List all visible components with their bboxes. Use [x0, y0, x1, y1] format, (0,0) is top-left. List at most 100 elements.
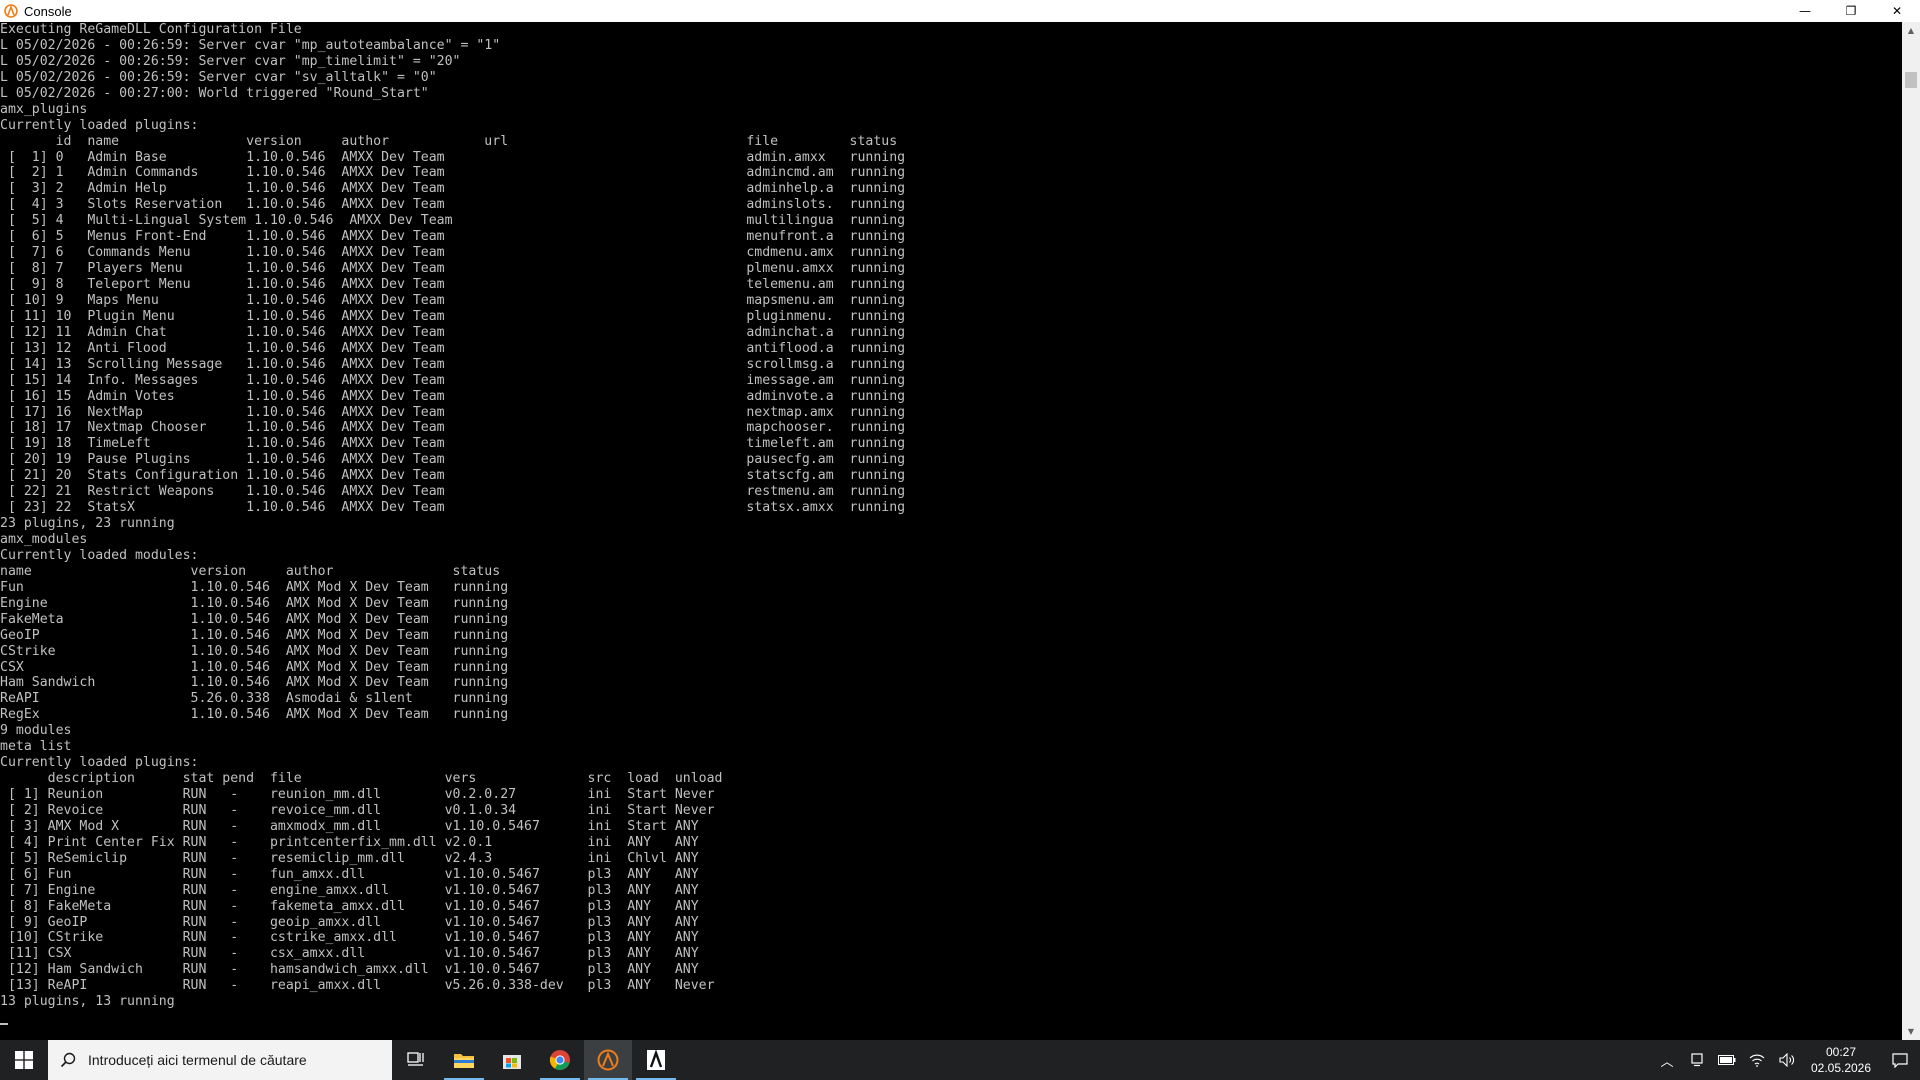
console-line: Fun 1.10.0.546 AMX Mod X Dev Team runnin… [0, 579, 509, 595]
chevron-up-icon: ▲ [1907, 26, 1915, 35]
console-line: [ 10] 9 Maps Menu 1.10.0.546 AMXX Dev Te… [0, 292, 906, 308]
amx-icon [647, 1049, 665, 1070]
task-view-button[interactable] [392, 1040, 440, 1080]
console-line: L 05/02/2026 - 00:27:00: World triggered… [0, 85, 429, 101]
console-line: CSX 1.10.0.546 AMX Mod X Dev Team runnin… [0, 659, 509, 675]
console-line: [ 16] 15 Admin Votes 1.10.0.546 AMXX Dev… [0, 388, 906, 404]
window-title: Console [24, 3, 72, 19]
console-line: [ 8] 7 Players Menu 1.10.0.546 AMXX Dev … [0, 261, 906, 277]
taskbar-app-amx[interactable] [632, 1040, 680, 1080]
taskbar-app-hlds-console[interactable] [584, 1040, 632, 1080]
close-icon: ✕ [1891, 4, 1903, 18]
console-line: 9 modules [0, 723, 72, 739]
console-line: [ 20] 19 Pause Plugins 1.10.0.546 AMXX D… [0, 452, 906, 468]
console-line: [ 4] Print Center Fix RUN - printcenterf… [0, 834, 699, 850]
battery-button[interactable] [1712, 1040, 1742, 1080]
taskbar-app-store[interactable] [488, 1040, 536, 1080]
console-line: [ 6] Fun RUN - fun_amxx.dll v1.10.0.5467… [0, 866, 699, 882]
console-line: Engine 1.10.0.546 AMX Mod X Dev Team run… [0, 595, 509, 611]
console-line: CStrike 1.10.0.546 AMX Mod X Dev Team ru… [0, 643, 509, 659]
console-line: [ 3] AMX Mod X RUN - amxmodx_mm.dll v1.1… [0, 818, 699, 834]
console-line: [ 8] FakeMeta RUN - fakemeta_amxx.dll v1… [0, 898, 699, 914]
clock-date: 02.05.2026 [1810, 1061, 1872, 1075]
battery-icon [1718, 1055, 1736, 1065]
restore-icon: ❐ [1845, 4, 1857, 18]
scroll-down-button[interactable]: ▼ [1902, 1023, 1920, 1040]
console-line: L 05/02/2026 - 00:26:59: Server cvar "mp… [0, 37, 501, 53]
console-line: name version author status [0, 563, 501, 579]
console-line: FakeMeta 1.10.0.546 AMX Mod X Dev Team r… [0, 611, 509, 627]
console-line: [ 4] 3 Slots Reservation 1.10.0.546 AMXX… [0, 197, 906, 213]
console-line: L 05/02/2026 - 00:26:59: Server cvar "sv… [0, 69, 437, 85]
speaker-icon [1779, 1053, 1794, 1067]
taskbar-clock[interactable]: 00:27 02.05.2026 [1802, 1040, 1880, 1080]
network-button[interactable] [1742, 1040, 1772, 1080]
console-line: [ 17] 16 NextMap 1.10.0.546 AMXX Dev Tea… [0, 404, 906, 420]
search-icon [48, 1052, 88, 1068]
console-line: [ 9] GeoIP RUN - geoip_amxx.dll v1.10.0.… [0, 914, 699, 930]
wifi-icon [1749, 1054, 1765, 1067]
console-line: 23 plugins, 23 running [0, 516, 175, 532]
console-line: L 05/02/2026 - 00:26:59: Server cvar "mp… [0, 53, 461, 69]
chrome-icon [549, 1050, 570, 1070]
minimize-button[interactable]: — [1782, 0, 1828, 22]
scroll-thumb[interactable] [1905, 72, 1917, 88]
console-line: [ 12] 11 Admin Chat 1.10.0.546 AMXX Dev … [0, 324, 906, 340]
console-line: Currently loaded plugins: [0, 117, 199, 133]
console-line: [ 2] 1 Admin Commands 1.10.0.546 AMXX De… [0, 165, 906, 181]
console-line: meta list [0, 739, 72, 755]
console-line: 13 plugins, 13 running [0, 994, 175, 1010]
console-line: [ 11] 10 Plugin Menu 1.10.0.546 AMXX Dev… [0, 308, 906, 324]
minimize-icon: — [1799, 4, 1811, 18]
start-button[interactable] [0, 1040, 48, 1080]
console-line: [ 23] 22 StatsX 1.10.0.546 AMXX Dev Team… [0, 500, 906, 516]
taskbar-app-file-explorer[interactable] [440, 1040, 488, 1080]
taskbar-app-chrome[interactable] [536, 1040, 584, 1080]
window-title-bar[interactable]: Console — ❐ ✕ [0, 0, 1920, 22]
system-tray: ︿ 00:27 02.05.2026 [1652, 1040, 1920, 1080]
task-view-icon [407, 1052, 424, 1066]
console-line: [ 7] Engine RUN - engine_amxx.dll v1.10.… [0, 882, 699, 898]
folder-icon [454, 1054, 474, 1068]
console-line: RegEx 1.10.0.546 AMX Mod X Dev Team runn… [0, 707, 509, 723]
tray-app-icon[interactable] [1682, 1040, 1712, 1080]
chevron-down-icon: ▼ [1907, 1027, 1915, 1036]
console-line: [ 3] 2 Admin Help 1.10.0.546 AMXX Dev Te… [0, 181, 906, 197]
console-line: [ 19] 18 TimeLeft 1.10.0.546 AMXX Dev Te… [0, 436, 906, 452]
console-line: [11] CSX RUN - csx_amxx.dll v1.10.0.5467… [0, 946, 699, 962]
search-placeholder: Introduceți aici termenul de căutare [88, 1052, 307, 1068]
console-line: [12] Ham Sandwich RUN - hamsandwich_amxx… [0, 962, 699, 978]
console-line: [ 22] 21 Restrict Weapons 1.10.0.546 AMX… [0, 484, 906, 500]
console-line: [13] ReAPI RUN - reapi_amxx.dll v5.26.0.… [0, 978, 715, 994]
console-line: [ 1] 0 Admin Base 1.10.0.546 AMXX Dev Te… [0, 149, 906, 165]
console-line: amx_modules [0, 532, 88, 547]
console-line: Ham Sandwich 1.10.0.546 AMX Mod X Dev Te… [0, 675, 509, 691]
volume-button[interactable] [1772, 1040, 1802, 1080]
action-center-button[interactable] [1880, 1040, 1920, 1080]
windows-logo-icon [15, 1051, 33, 1069]
chevron-up-icon: ︿ [1660, 1054, 1674, 1070]
text-cursor [0, 1023, 8, 1026]
console-line: [ 5] ReSemiclip RUN - resemiclip_mm.dll … [0, 850, 699, 866]
console-line: description stat pend file vers src load… [0, 771, 723, 787]
scroll-up-button[interactable]: ▲ [1902, 22, 1920, 39]
half-life-icon [597, 1049, 619, 1071]
console-output[interactable]: Executing ReGameDLL Configuration File L … [0, 22, 1902, 1040]
store-icon [503, 1055, 521, 1069]
vertical-scrollbar[interactable]: ▲ ▼ [1902, 22, 1920, 1040]
console-line: [ 13] 12 Anti Flood 1.10.0.546 AMXX Dev … [0, 340, 906, 356]
show-hidden-icons-button[interactable]: ︿ [1652, 1040, 1682, 1080]
restore-button[interactable]: ❐ [1828, 0, 1874, 22]
close-button[interactable]: ✕ [1874, 0, 1920, 22]
console-line: [ 7] 6 Commands Menu 1.10.0.546 AMXX Dev… [0, 245, 906, 261]
console-line: Executing ReGameDLL Configuration File [0, 22, 302, 37]
taskbar-search-box[interactable]: Introduceți aici termenul de căutare [48, 1040, 392, 1080]
console-line: Currently loaded plugins: [0, 755, 199, 771]
console-line: id name version author url file status [0, 133, 898, 149]
clock-time: 00:27 [1825, 1045, 1857, 1059]
console-line: [ 1] Reunion RUN - reunion_mm.dll v0.2.0… [0, 787, 715, 802]
console-text-area[interactable]: Executing ReGameDLL Configuration File L … [0, 22, 1902, 1026]
console-line: [ 5] 4 Multi-Lingual System 1.10.0.546 A… [0, 213, 906, 229]
console-line: [ 9] 8 Teleport Menu 1.10.0.546 AMXX Dev… [0, 277, 906, 292]
taskbar: Introduceți aici termenul de căutare ︿ 0… [0, 1040, 1920, 1080]
